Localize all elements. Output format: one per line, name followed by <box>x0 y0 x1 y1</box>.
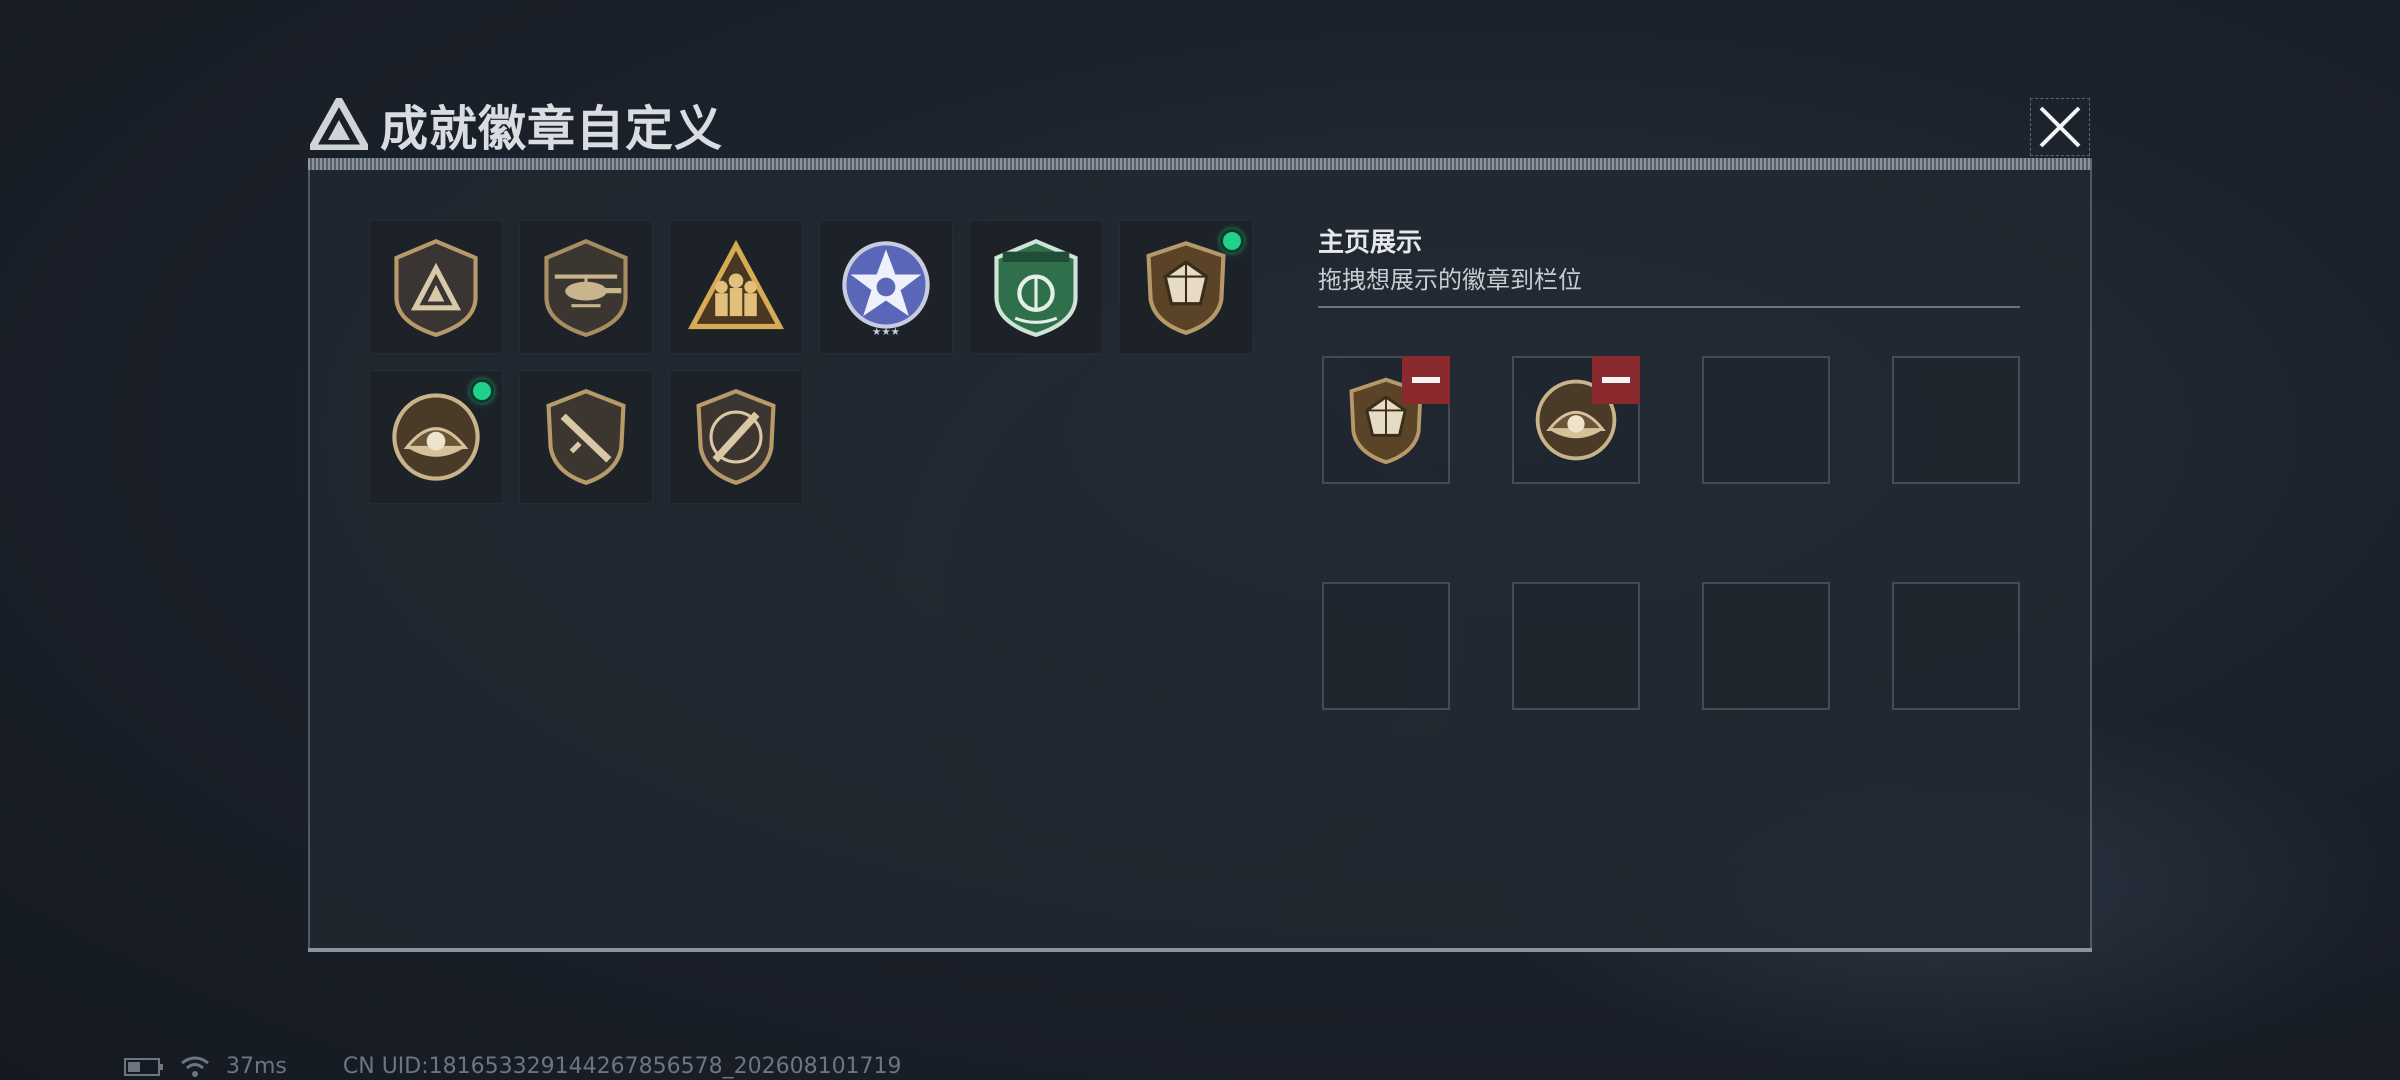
badge-item-star[interactable]: ★★★ <box>819 220 953 354</box>
showcase-slot-5[interactable] <box>1322 582 1450 710</box>
user-uid: CN UID:18165332914426785657​8_2026081017… <box>342 1054 902 1079</box>
showcase-slot-3[interactable] <box>1702 356 1830 484</box>
badge-item-squad[interactable] <box>669 220 803 354</box>
panel-top-bar <box>308 158 2092 170</box>
status-bar: 37ms CN UID:18165332914426785657​8_20260… <box>124 1054 902 1079</box>
close-icon <box>2039 106 2081 148</box>
new-badge-indicator <box>470 379 494 403</box>
blue-star-badge-icon: ★★★ <box>842 241 930 338</box>
new-badge-indicator <box>1220 229 1244 253</box>
window-title-bar: 成就徽章自定义 <box>310 88 723 160</box>
rifle-shield-icon <box>546 389 626 485</box>
badge-item-rifle[interactable] <box>519 370 653 504</box>
showcase-slot-7[interactable] <box>1702 582 1830 710</box>
minus-icon <box>1602 377 1630 383</box>
badge-item-gem[interactable] <box>1119 220 1253 354</box>
soldiers-triangle-icon <box>687 239 785 330</box>
remove-badge-button[interactable] <box>1402 356 1450 404</box>
minus-icon <box>1412 377 1440 383</box>
showcase-slot-6[interactable] <box>1512 582 1640 710</box>
showcase-slot-8[interactable] <box>1892 582 2020 710</box>
showcase-title: 主页展示 <box>1318 228 1423 258</box>
helicopter-shield-icon <box>544 238 628 338</box>
window-title: 成就徽章自定义 <box>380 101 724 157</box>
panel-bottom-edge <box>308 948 2092 952</box>
gem-shield-icon <box>1146 241 1226 335</box>
showcase-slot-1[interactable] <box>1322 356 1450 484</box>
badge-item-green[interactable] <box>969 220 1103 354</box>
battery-icon <box>124 1057 163 1076</box>
badge-item-knife[interactable] <box>669 370 803 504</box>
delta-triangle-shield-icon <box>394 238 478 338</box>
svg-text:★★★: ★★★ <box>872 326 900 338</box>
badge-item-delta[interactable] <box>369 220 503 354</box>
showcase-divider <box>1318 306 2020 308</box>
delta-logo-icon <box>310 98 368 150</box>
green-shield-icon <box>994 238 1078 338</box>
showcase-slot-2[interactable] <box>1512 356 1640 484</box>
knife-shield-icon <box>696 389 776 485</box>
showcase-subtitle: 拖拽想展示的徽章到栏位 <box>1318 266 1582 294</box>
ping-readout: 37ms <box>226 1054 287 1079</box>
wifi-icon <box>181 1056 209 1077</box>
badge-item-helicopter[interactable] <box>519 220 653 354</box>
badge-item-pearl[interactable] <box>369 370 503 504</box>
showcase-slot-4[interactable] <box>1892 356 2020 484</box>
close-button[interactable] <box>2030 98 2090 156</box>
pearl-shell-badge-icon <box>392 393 480 481</box>
remove-badge-button[interactable] <box>1592 356 1640 404</box>
